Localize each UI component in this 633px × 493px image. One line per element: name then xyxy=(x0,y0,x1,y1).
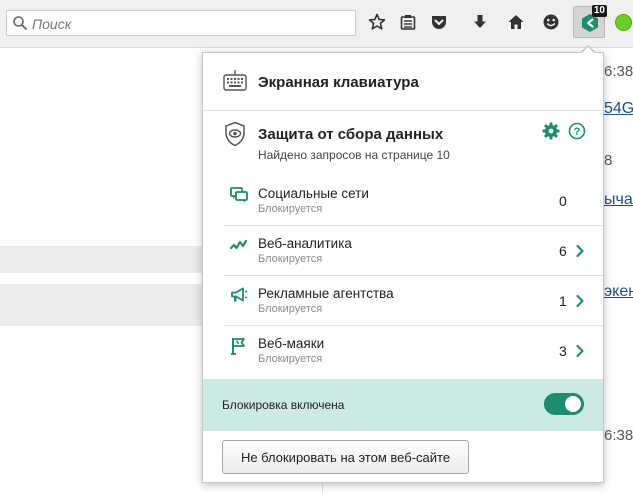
browser-toolbar: Поиск 10 xyxy=(0,0,633,48)
chevron-right-icon[interactable] xyxy=(575,344,585,363)
category-count: 6 xyxy=(559,243,567,259)
background-text: 8 xyxy=(604,152,613,169)
help-icon[interactable]: ? xyxy=(568,122,586,145)
pocket-icon[interactable] xyxy=(428,11,450,33)
chevron-right-icon[interactable] xyxy=(575,244,585,263)
download-icon[interactable] xyxy=(469,11,491,33)
green-status-icon[interactable] xyxy=(615,14,632,31)
search-placeholder: Поиск xyxy=(32,16,72,32)
data-collection-protection-header: Защита от сбора данных Найдено запросов … xyxy=(203,111,603,176)
category-social-networks: Социальные сети Блокируется 0 xyxy=(223,176,603,226)
category-ad-agencies[interactable]: Рекламные агентства Блокируется 1 xyxy=(223,276,603,326)
category-name: Веб-аналитика xyxy=(258,236,352,251)
megaphone-icon xyxy=(230,287,248,308)
category-web-beacons[interactable]: Веб-маяки Блокируется 3 xyxy=(223,326,603,376)
onscreen-keyboard-item[interactable]: Экранная клавиатура xyxy=(203,53,603,111)
protection-title: Защита от сбора данных xyxy=(258,126,444,143)
kaspersky-extension-button[interactable]: 10 xyxy=(573,5,607,38)
category-count: 1 xyxy=(559,293,567,309)
beacon-flag-icon xyxy=(230,337,248,360)
category-name: Рекламные агентства xyxy=(258,286,394,301)
svg-text:?: ? xyxy=(574,126,581,138)
category-state: Блокируется xyxy=(258,353,323,365)
chevron-right-icon[interactable] xyxy=(575,294,585,313)
star-icon[interactable] xyxy=(366,11,388,33)
reading-list-icon[interactable] xyxy=(397,11,419,33)
category-web-analytics[interactable]: Веб-аналитика Блокируется 6 xyxy=(223,226,603,276)
dont-block-on-site-button[interactable]: Не блокировать на этом веб-сайте xyxy=(222,440,469,474)
category-state: Блокируется xyxy=(258,303,323,315)
keyboard-icon xyxy=(223,70,247,97)
shield-eye-icon xyxy=(224,121,246,152)
background-band xyxy=(0,284,210,326)
extension-badge: 10 xyxy=(591,5,607,17)
category-name: Веб-маяки xyxy=(258,336,325,351)
toggle-knob xyxy=(565,396,581,412)
chat-bubbles-icon xyxy=(230,187,248,208)
requests-found-text: Найдено запросов на странице 10 xyxy=(258,148,450,162)
category-name: Социальные сети xyxy=(258,186,369,201)
smiley-icon[interactable] xyxy=(540,11,562,33)
gear-icon[interactable] xyxy=(542,122,560,145)
background-link[interactable]: экен xyxy=(604,283,633,301)
background-text: 6:38 xyxy=(604,63,633,80)
category-state: Блокируется xyxy=(258,253,323,265)
background-link[interactable]: 54Gl xyxy=(604,100,633,118)
background-band xyxy=(0,246,210,273)
search-input[interactable]: Поиск xyxy=(6,10,356,36)
category-count: 3 xyxy=(559,343,567,359)
blocking-enabled-label: Блокировка включена xyxy=(222,398,345,412)
background-link[interactable]: ычае xyxy=(604,191,633,209)
analytics-wave-icon xyxy=(229,237,248,258)
keyboard-label: Экранная клавиатура xyxy=(258,74,419,91)
popup-arrow-inner xyxy=(581,47,595,54)
blocking-status-bar: Блокировка включена xyxy=(203,379,603,431)
blocking-toggle[interactable] xyxy=(544,393,584,415)
category-state: Блокируется xyxy=(258,203,323,215)
kaspersky-popup: Экранная клавиатура Защита от сбора данн… xyxy=(202,52,604,483)
category-count: 0 xyxy=(559,193,567,209)
home-icon[interactable] xyxy=(505,11,527,33)
background-text: 6:38 xyxy=(604,427,633,444)
search-icon xyxy=(12,15,28,36)
